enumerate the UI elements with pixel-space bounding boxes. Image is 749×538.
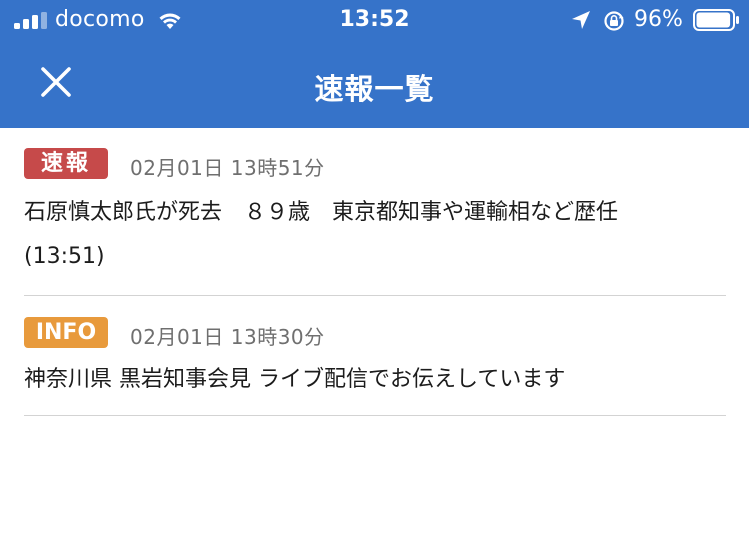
list-item[interactable]: INFO 02月01日 13時30分 神奈川県 黒岩知事会見 ライブ配信でお伝え… <box>24 296 726 416</box>
item-headline: 石原慎太郎氏が死去 ８９歳 東京都知事や運輸相など歴任 (13:51) <box>24 191 726 279</box>
headline-text: 石原慎太郎氏が死去 ８９歳 東京都知事や運輸相など歴任 <box>24 200 619 225</box>
item-headline: 神奈川県 黒岩知事会見 ライブ配信でお伝えしています <box>24 367 566 392</box>
battery-percent: 96% <box>634 7 683 32</box>
app-header: docomo 13:52 96% 速報一覧 <box>0 0 749 128</box>
headline-time: (13:51) <box>24 244 105 269</box>
news-list: 速報 02月01日 13時51分 石原慎太郎氏が死去 ８９歳 東京都知事や運輸相… <box>24 128 726 416</box>
page-title: 速報一覧 <box>314 72 435 106</box>
list-item[interactable]: 速報 02月01日 13時51分 石原慎太郎氏が死去 ８９歳 東京都知事や運輸相… <box>24 128 726 296</box>
item-timestamp: 02月01日 13時51分 <box>130 156 325 180</box>
info-badge: INFO <box>24 317 108 348</box>
rotation-lock-icon <box>604 11 624 31</box>
breaking-badge: 速報 <box>24 148 108 179</box>
status-bar: docomo 13:52 96% <box>0 0 749 42</box>
item-timestamp: 02月01日 13時30分 <box>130 325 325 349</box>
location-arrow-icon <box>572 11 590 29</box>
battery-icon <box>693 9 739 31</box>
